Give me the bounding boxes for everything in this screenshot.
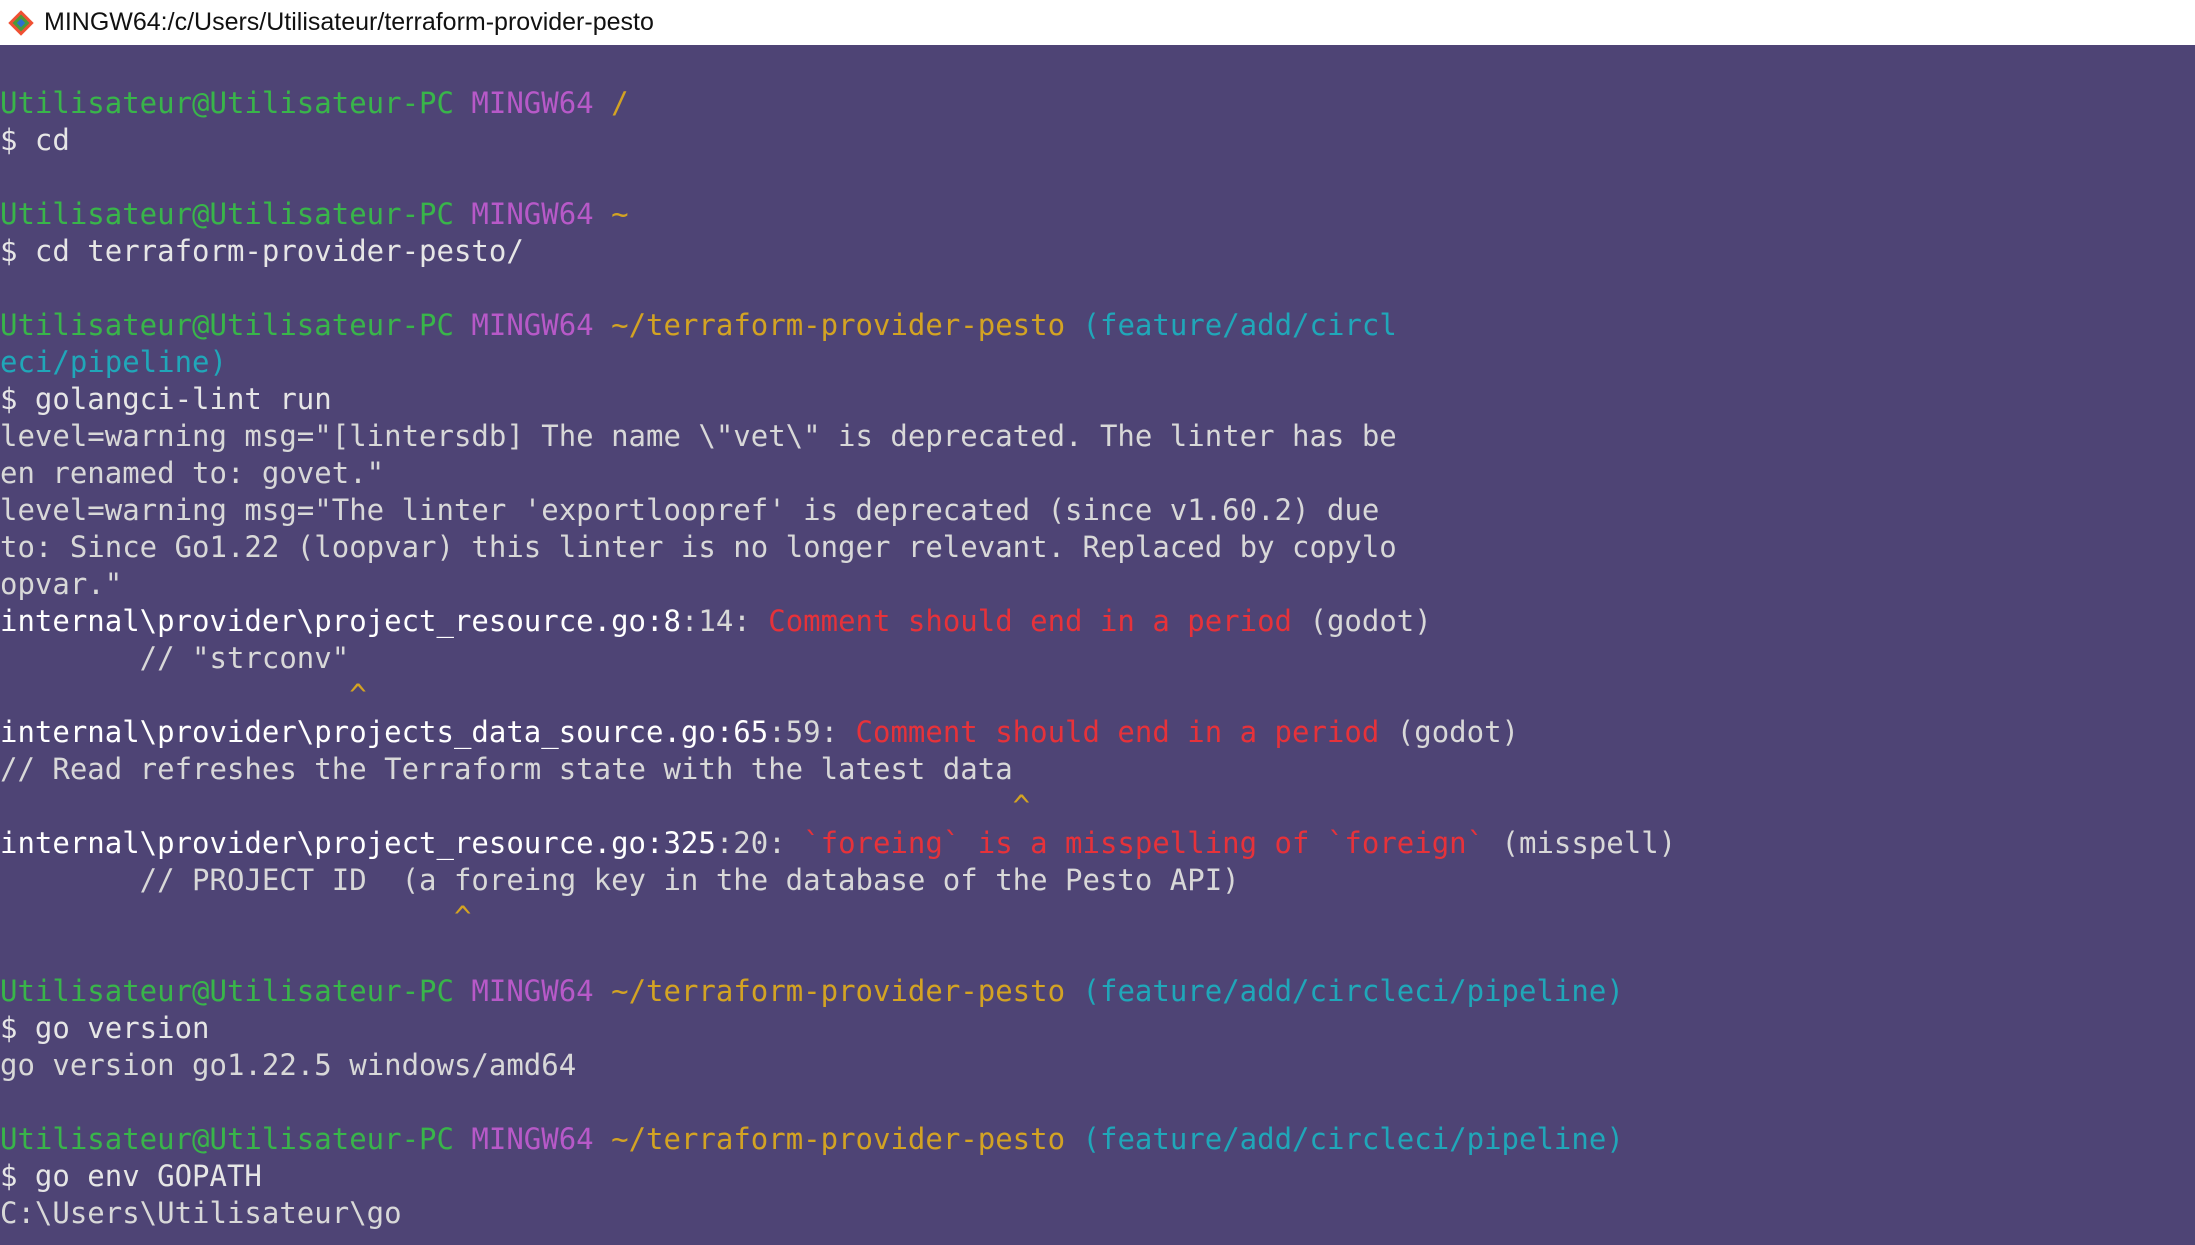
prompt-host: MINGW64	[471, 308, 594, 342]
issue-message: Comment should end in a period	[768, 604, 1293, 638]
issue-file: internal\provider\project_resource.go:8	[0, 604, 681, 638]
terminal-output[interactable]: Utilisateur@Utilisateur-PC MINGW64 / $ c…	[0, 45, 2195, 1245]
issue-linter: (godot)	[1379, 715, 1520, 749]
prompt-branch: (feature/add/circl	[1082, 308, 1397, 342]
output-line: level=warning msg="The linter 'exportloo…	[0, 493, 1380, 527]
issue-source: // PROJECT ID (a foreing key in the data…	[0, 863, 1240, 897]
issue-column: :20:	[715, 826, 804, 860]
prompt-line: Utilisateur@Utilisateur-PC MINGW64 ~	[0, 196, 2195, 233]
prompt-host: MINGW64	[471, 197, 594, 231]
prompt-line: Utilisateur@Utilisateur-PC MINGW64 ~/ter…	[0, 307, 2195, 344]
issue-file: internal\provider\projects_data_source.g…	[0, 715, 769, 749]
lint-issue-line: internal\provider\project_resource.go:32…	[0, 825, 2195, 862]
prompt-line: Utilisateur@Utilisateur-PC MINGW64 ~/ter…	[0, 973, 2195, 1010]
prompt-user: Utilisateur@Utilisateur-PC	[0, 1122, 454, 1156]
issue-column: :59:	[768, 715, 856, 749]
prompt-host: MINGW64	[471, 86, 594, 120]
prompt-user: Utilisateur@Utilisateur-PC	[0, 308, 454, 342]
prompt-branch: (feature/add/circleci/pipeline)	[1082, 974, 1624, 1008]
output-line: go version go1.22.5 windows/amd64	[0, 1048, 577, 1082]
prompt-user: Utilisateur@Utilisateur-PC	[0, 974, 454, 1008]
prompt-branch-wrap: eci/pipeline)	[0, 345, 227, 379]
title-bar[interactable]: MINGW64:/c/Users/Utilisateur/terraform-p…	[0, 0, 2195, 45]
issue-message: `foreing` is a misspelling of `foreign`	[803, 826, 1485, 860]
output-line: C:\Users\Utilisateur\go	[0, 1196, 402, 1230]
issue-file: internal\provider\project_resource.go:32…	[0, 826, 716, 860]
prompt-host: MINGW64	[471, 1122, 594, 1156]
output-line: level=warning msg="[lintersdb] The name …	[0, 419, 1397, 453]
window-title: MINGW64:/c/Users/Utilisateur/terraform-p…	[44, 8, 654, 36]
prompt-line: Utilisateur@Utilisateur-PC MINGW64 /	[0, 85, 2195, 122]
command-line: $ golangci-lint run	[0, 382, 332, 416]
git-bash-icon	[6, 8, 36, 38]
command-line: $ cd terraform-provider-pesto/	[0, 234, 524, 268]
prompt-path: ~/terraform-provider-pesto	[611, 1122, 1066, 1156]
prompt-branch: (feature/add/circleci/pipeline)	[1082, 1122, 1624, 1156]
prompt-path: ~/terraform-provider-pesto	[611, 974, 1066, 1008]
issue-linter: (misspell)	[1484, 826, 1677, 860]
prompt-user: Utilisateur@Utilisateur-PC	[0, 86, 454, 120]
command-line: $ go env GOPATH	[0, 1159, 262, 1193]
terminal-window: MINGW64:/c/Users/Utilisateur/terraform-p…	[0, 0, 2195, 1245]
output-line: en renamed to: govet."	[0, 456, 385, 490]
issue-source: // "strconv"	[0, 641, 350, 675]
issue-linter: (godot)	[1292, 604, 1432, 638]
issue-column: :14:	[680, 604, 769, 638]
prompt-host: MINGW64	[471, 974, 594, 1008]
issue-caret: ^	[0, 789, 1031, 823]
output-line: opvar."	[0, 567, 123, 601]
command-line: $ go version	[0, 1011, 210, 1045]
issue-source: // Read refreshes the Terraform state wi…	[0, 752, 1013, 786]
prompt-path: /	[611, 86, 629, 120]
lint-issue-line: internal\provider\project_resource.go:8:…	[0, 603, 2195, 640]
lint-issue-line: internal\provider\projects_data_source.g…	[0, 714, 2195, 751]
prompt-line: Utilisateur@Utilisateur-PC MINGW64 ~/ter…	[0, 1121, 2195, 1158]
command-line: $ cd	[0, 123, 70, 157]
issue-caret: ^	[0, 678, 367, 712]
issue-caret: ^	[0, 900, 472, 934]
output-line: to: Since Go1.22 (loopvar) this linter i…	[0, 530, 1397, 564]
issue-message: Comment should end in a period	[855, 715, 1380, 749]
prompt-user: Utilisateur@Utilisateur-PC	[0, 197, 454, 231]
prompt-path: ~/terraform-provider-pesto	[611, 308, 1066, 342]
prompt-path: ~	[611, 197, 629, 231]
